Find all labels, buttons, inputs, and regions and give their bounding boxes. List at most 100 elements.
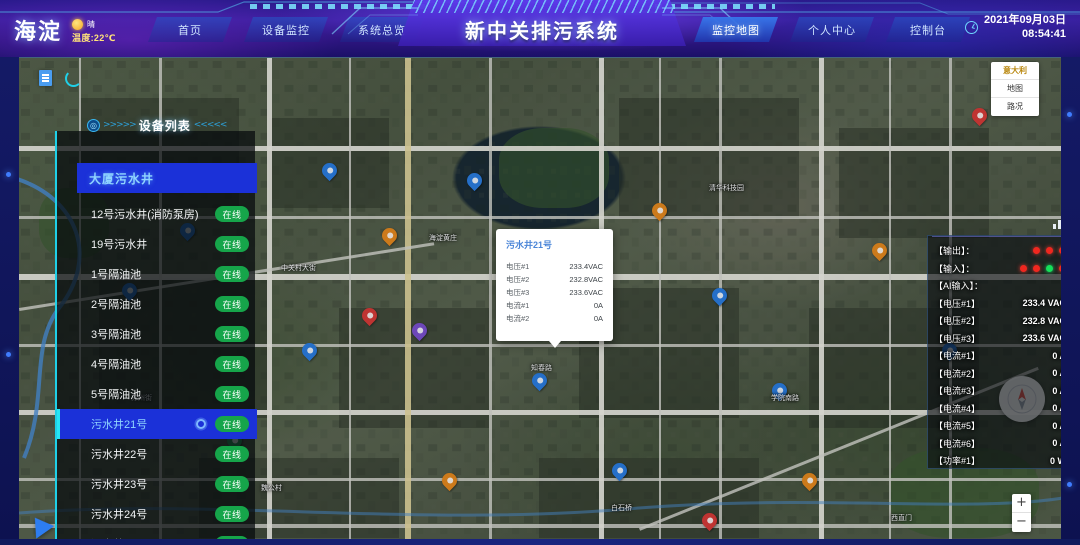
info-window-row: 电压#2 232.8VAC (506, 273, 603, 286)
list-item-selected[interactable]: 污水井21号 在线 (57, 409, 257, 439)
clock-time: 08:54:41 (984, 27, 1066, 41)
info-window-row: 电流#1 0A (506, 299, 603, 312)
list-item[interactable]: 污水井24号 在线 (57, 499, 257, 529)
panel-data-row: 【电压#1】 233.4 VAC (934, 295, 1062, 313)
info-window-title: 污水井21号 (506, 238, 603, 251)
clock-date: 2021年09月03日 (984, 13, 1066, 27)
list-item[interactable]: 12号污水井(消防泵房) 在线 (57, 199, 257, 229)
list-item[interactable]: 5号隔油池 在线 (57, 379, 257, 409)
info-label: 电压#3 (506, 286, 529, 299)
map-label: 学院南路 (771, 393, 799, 403)
left-frame (0, 52, 19, 545)
clock-icon (965, 21, 978, 34)
status-badge: 在线 (215, 236, 249, 252)
map-zoom-controls[interactable]: + − (1012, 494, 1031, 532)
status-badge: 在线 (215, 206, 249, 222)
status-badge: 在线 (215, 446, 249, 462)
info-window-row: 电流#2 0A (506, 312, 603, 325)
chevron-left-icon: <<<<< (194, 120, 227, 130)
device-list-panel: ◎ >>>>> 设备列表 <<<<< 大厦污水井 12号污水井(消防泵房) 在线… (55, 131, 255, 543)
device-list-items[interactable]: 12号污水井(消防泵房) 在线 19号污水井 在线 1号隔油池 在线 2号隔油池… (57, 199, 257, 543)
app-root: 海淀 晴 温度:22℃ 首页 设备监控 系统总览 新中关排污系统 (0, 0, 1080, 545)
device-group-label: 大厦污水井 (89, 170, 154, 187)
bottom-bar (0, 539, 1080, 545)
info-value: 233.4VAC (569, 260, 603, 273)
refresh-icon[interactable] (65, 70, 82, 87)
list-item[interactable]: 2号隔油池 在线 (57, 289, 257, 319)
list-item[interactable]: 4号隔油池 在线 (57, 349, 257, 379)
panel-data-row: 【功率#1】 0 W (934, 452, 1062, 470)
map-zoom-out-button[interactable]: − (1012, 513, 1031, 532)
map-info-window: 污水井21号 电压#1 233.4VAC 电压#2 232.8VAC 电压#3 … (496, 229, 613, 341)
info-label: 电流#2 (506, 312, 529, 325)
map-label: 西直门 (891, 513, 912, 523)
metric-value: 233.4 VAC (1023, 298, 1062, 308)
panel-data-row: 【电压#2】 232.8 VAC (934, 312, 1062, 330)
nav-item-user-center[interactable]: 个人中心 (790, 17, 874, 42)
device-list-header: ◎ >>>>> 设备列表 <<<<< (87, 116, 262, 134)
device-name: 污水井23号 (91, 476, 215, 492)
gear-icon[interactable] (196, 419, 206, 429)
map-type-option-0[interactable]: 意大利 (991, 62, 1039, 80)
output-indicator-dots (1033, 247, 1062, 254)
page-title: 新中关排污系统 (398, 15, 686, 44)
status-dot (1020, 265, 1027, 272)
title-wing-left (330, 6, 420, 36)
status-badge: 在线 (215, 266, 249, 282)
right-frame (1061, 52, 1080, 545)
device-list-title: 设备列表 (139, 117, 191, 134)
map-type-option-map[interactable]: 地图 (991, 80, 1039, 98)
input-indicator-dots (1020, 265, 1062, 272)
title-hatch-decoration (398, 0, 686, 13)
panel-data-row: 【电流#3】 0 A (934, 382, 1062, 400)
status-dot (1033, 265, 1040, 272)
header-clock: 2021年09月03日 08:54:41 (965, 13, 1066, 41)
status-badge: 在线 (215, 386, 249, 402)
device-group-header[interactable]: 大厦污水井 (77, 163, 257, 193)
device-name: 2号隔油池 (91, 296, 215, 312)
ai-input-row: 【AI输入】： (934, 277, 1062, 295)
city-name: 海淀 (14, 14, 62, 46)
status-badge: 在线 (215, 476, 249, 492)
metric-label: 【电流#5】 (934, 419, 980, 432)
chevron-right-icon: >>>>> (103, 120, 136, 130)
ai-input-label: 【AI输入】： (934, 279, 983, 292)
nav-item-console[interactable]: 控制台 (886, 17, 970, 42)
map-label: 知春路 (531, 363, 552, 373)
metric-label: 【电流#4】 (934, 402, 980, 415)
list-item[interactable]: 污水井22号 在线 (57, 439, 257, 469)
metric-value: 233.6 VAC (1023, 333, 1062, 343)
device-name: 1号隔油池 (91, 266, 215, 282)
metric-label: 【电流#3】 (934, 384, 980, 397)
device-name: 12号污水井(消防泵房) (91, 206, 215, 222)
status-badge: 在线 (215, 356, 249, 372)
info-label: 电压#2 (506, 273, 529, 286)
panel-data-row: 【电压#3】 233.6 VAC (934, 330, 1062, 348)
metric-label: 【电压#2】 (934, 314, 980, 327)
list-item[interactable]: 1号隔油池 在线 (57, 259, 257, 289)
device-name: 污水井21号 (91, 416, 196, 432)
map-zoom-in-button[interactable]: + (1012, 494, 1031, 513)
input-status-row: 【输入】： (934, 260, 1062, 278)
panel-data-row: 【电流#5】 0 A (934, 417, 1062, 435)
list-item[interactable]: 污水井23号 在线 (57, 469, 257, 499)
list-item[interactable]: 3号隔油池 在线 (57, 319, 257, 349)
nav-item-monitor-map[interactable]: 监控地图 (694, 17, 778, 42)
document-icon[interactable] (39, 70, 52, 86)
nav-item-home[interactable]: 首页 (148, 17, 232, 42)
info-value: 0A (594, 299, 603, 312)
map-type-switcher[interactable]: 意大利 地图 路况 (991, 62, 1039, 116)
weather-temperature: 温度:22℃ (72, 31, 116, 44)
map-label: 中关村大街 (281, 263, 316, 273)
map-type-option-traffic[interactable]: 路况 (991, 98, 1039, 116)
device-name: 4号隔油池 (91, 356, 215, 372)
map-label: 清华科技园 (709, 183, 744, 193)
panel-data-row: 【电流#4】 0 A (934, 400, 1062, 418)
list-badge-icon: ◎ (87, 119, 100, 132)
device-name: 19号污水井 (91, 236, 215, 252)
map-label: 魏公村 (261, 483, 282, 493)
map-label: 海淀黄庄 (429, 233, 457, 243)
list-item[interactable]: 19号污水井 在线 (57, 229, 257, 259)
nav-item-device-monitor[interactable]: 设备监控 (244, 17, 328, 42)
monitor-map[interactable]: 中关村大街 海淀黄庄 北京大学 清华科技园 知春路 苏州街 学院南路 魏公村 白… (18, 57, 1062, 543)
